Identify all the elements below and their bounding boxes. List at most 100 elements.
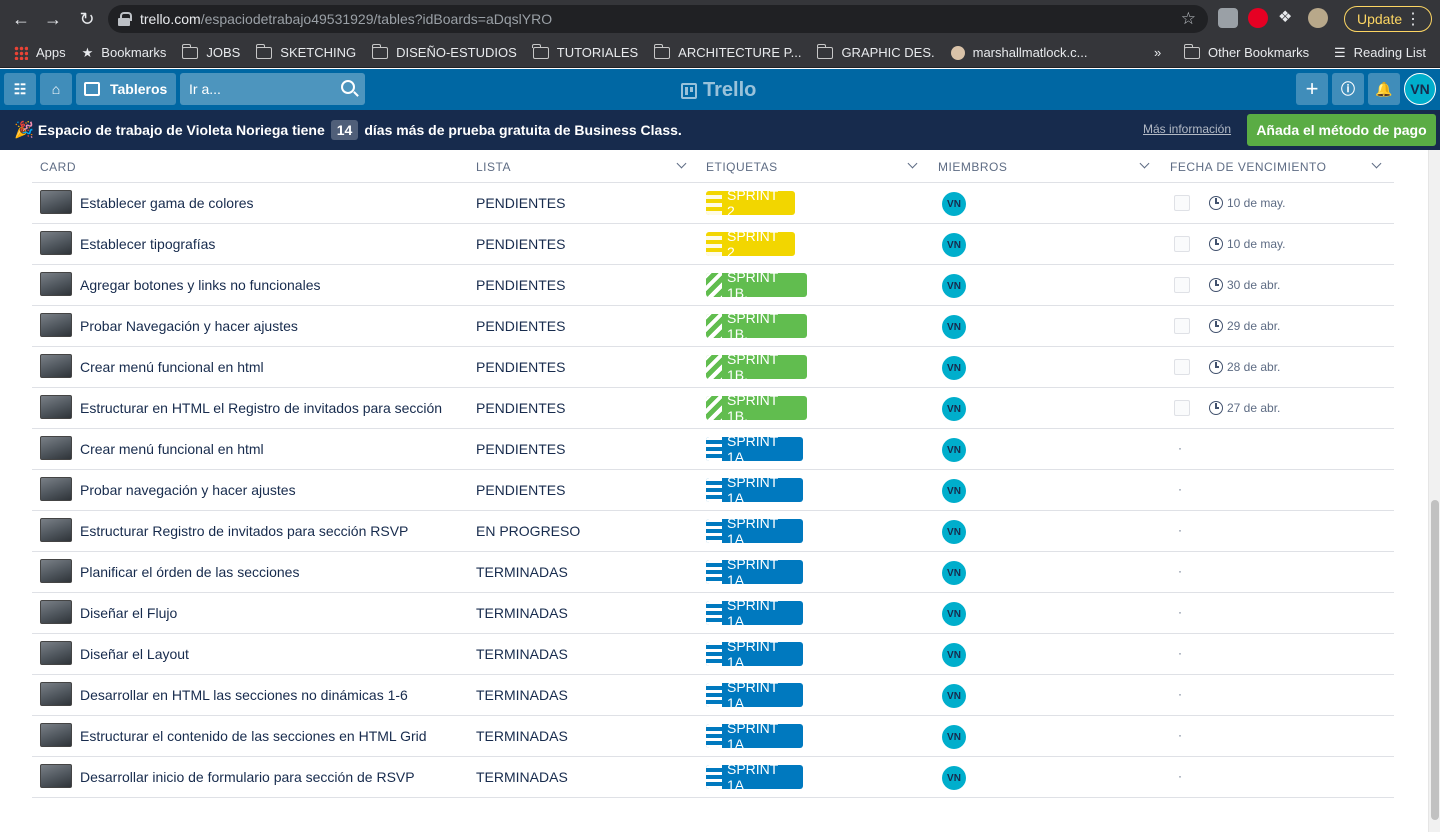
table-row[interactable]: Crear menú funcional en html PENDIENTES SP… <box>32 429 1394 470</box>
bookmark-other[interactable]: Other Bookmarks <box>1183 43 1309 60</box>
card-title[interactable]: Agregar botones y links no funcionales <box>80 277 320 293</box>
due-date-empty[interactable]: · <box>1178 523 1182 537</box>
card-title[interactable]: Probar Navegación y hacer ajustes <box>80 318 298 334</box>
table-row[interactable]: Crear menú funcional en html PENDIENTES SP… <box>32 347 1394 388</box>
table-row[interactable]: Agregar botones y links no funcionales PE… <box>32 265 1394 306</box>
header-labels[interactable]: ETIQUETAS <box>706 160 778 174</box>
card-title[interactable]: Diseñar el Flujo <box>80 605 177 621</box>
card-title[interactable]: Crear menú funcional en html <box>80 359 264 375</box>
due-date[interactable]: 30 de abr. <box>1227 278 1280 292</box>
home-icon[interactable]: ⌂ <box>40 73 72 105</box>
table-row[interactable]: Diseñar el Flujo TERMINADAS SPRINT 1A VN · <box>32 593 1394 634</box>
bookmark-diseno[interactable]: DISEÑO-ESTUDIOS <box>371 43 517 60</box>
due-date-empty[interactable]: · <box>1178 769 1182 783</box>
member-avatar[interactable]: VN <box>942 684 966 708</box>
due-complete-checkbox[interactable] <box>1174 236 1190 252</box>
label-badge[interactable]: SPRINT 1B. <box>706 396 807 420</box>
info-icon[interactable]: ⓘ <box>1332 73 1364 105</box>
search-icon[interactable] <box>341 80 355 94</box>
label-badge[interactable]: SPRINT 1A <box>706 765 803 789</box>
header-members[interactable]: MIEMBROS <box>938 160 1007 174</box>
create-plus-icon[interactable]: + <box>1296 73 1328 105</box>
due-date[interactable]: 28 de abr. <box>1227 360 1280 374</box>
header-card[interactable]: CARD <box>40 160 76 174</box>
bookmark-jobs[interactable]: JOBS <box>181 43 240 60</box>
table-row[interactable]: Estructurar el contenido de las seccione… <box>32 716 1394 757</box>
due-date[interactable]: 29 de abr. <box>1227 319 1280 333</box>
label-badge[interactable]: SPRINT 1B. <box>706 273 807 297</box>
label-badge[interactable]: SPRINT 2 <box>706 191 795 215</box>
chevron-down-icon[interactable] <box>1139 158 1150 169</box>
extension-icon[interactable] <box>1218 8 1238 28</box>
member-avatar[interactable]: VN <box>942 233 966 257</box>
member-avatar[interactable]: VN <box>942 397 966 421</box>
more-bookmarks-button[interactable]: » <box>1154 45 1161 60</box>
member-avatar[interactable]: VN <box>942 643 966 667</box>
due-date[interactable]: 27 de abr. <box>1227 401 1280 415</box>
bookmark-graphic[interactable]: GRAPHIC DES. <box>816 43 935 60</box>
member-avatar[interactable]: VN <box>942 315 966 339</box>
card-title[interactable]: Desarrollar inicio de formulario para se… <box>80 769 415 785</box>
bookmark-sketching[interactable]: SKETCHING <box>255 43 356 60</box>
card-title[interactable]: Probar navegación y hacer ajustes <box>80 482 296 498</box>
profile-avatar[interactable] <box>1308 8 1328 28</box>
bookmark-bookmarks[interactable]: ★ Bookmarks <box>82 45 167 61</box>
label-badge[interactable]: SPRINT 1A <box>706 683 803 707</box>
bookmark-star-icon[interactable]: ☆ <box>1181 9 1196 29</box>
chevron-down-icon[interactable] <box>676 158 687 169</box>
card-title[interactable]: Crear menú funcional en html <box>80 441 264 457</box>
label-badge[interactable]: SPRINT 1B. <box>706 314 807 338</box>
chevron-down-icon[interactable] <box>907 158 918 169</box>
label-badge[interactable]: SPRINT 1A <box>706 560 803 584</box>
address-bar[interactable]: trello.com/espaciodetrabajo49531929/tabl… <box>108 5 1208 33</box>
label-badge[interactable]: SPRINT 1A <box>706 519 803 543</box>
due-date-empty[interactable]: · <box>1178 646 1182 660</box>
due-complete-checkbox[interactable] <box>1174 400 1190 416</box>
bookmark-marshall[interactable]: marshallmatlock.c... <box>950 45 1088 60</box>
card-title[interactable]: Establecer tipografías <box>80 236 215 252</box>
member-avatar[interactable]: VN <box>942 192 966 216</box>
table-row[interactable]: Establecer gama de colores PENDIENTES SPRI… <box>32 183 1394 224</box>
due-date-empty[interactable]: · <box>1178 482 1182 496</box>
member-avatar[interactable]: VN <box>942 561 966 585</box>
label-badge[interactable]: SPRINT 1A <box>706 437 803 461</box>
table-row[interactable]: Estructurar Registro de invitados para s… <box>32 511 1394 552</box>
due-date[interactable]: 10 de may. <box>1227 237 1285 251</box>
header-due-date[interactable]: FECHA DE VENCIMIENTO <box>1170 160 1326 174</box>
card-title[interactable]: Estructurar en HTML el Registro de invit… <box>80 400 442 416</box>
menu-dots-icon[interactable]: ⋮ <box>1405 9 1421 29</box>
member-avatar[interactable]: VN <box>942 766 966 790</box>
header-list[interactable]: LISTA <box>476 160 511 174</box>
scrollbar-thumb[interactable] <box>1431 500 1439 820</box>
search-input[interactable]: Ir a... <box>180 73 365 105</box>
reload-icon[interactable]: ↻ <box>72 4 102 34</box>
more-info-link[interactable]: Más información <box>1143 122 1231 136</box>
member-avatar[interactable]: VN <box>942 438 966 462</box>
card-title[interactable]: Desarrollar en HTML las secciones no din… <box>80 687 408 703</box>
due-date-empty[interactable]: · <box>1178 687 1182 701</box>
label-badge[interactable]: SPRINT 1A <box>706 642 803 666</box>
table-row[interactable]: Desarrollar en HTML las secciones no din… <box>32 675 1394 716</box>
boards-button[interactable]: Tableros <box>76 73 176 105</box>
table-row[interactable]: Planificar el órden de las secciones TERM… <box>32 552 1394 593</box>
apps-switcher-icon[interactable]: ☷ <box>4 73 36 105</box>
bookmark-architecture[interactable]: ARCHITECTURE P... <box>653 43 801 60</box>
member-avatar[interactable]: VN <box>942 520 966 544</box>
add-payment-button[interactable]: Añada el método de pago <box>1247 114 1436 146</box>
card-title[interactable]: Establecer gama de colores <box>80 195 254 211</box>
due-date-empty[interactable]: · <box>1178 728 1182 742</box>
table-row[interactable]: Probar navegación y hacer ajustes PENDIEN… <box>32 470 1394 511</box>
table-row[interactable]: Establecer tipografías PENDIENTES SPRINT 2… <box>32 224 1394 265</box>
due-complete-checkbox[interactable] <box>1174 359 1190 375</box>
due-date-empty[interactable]: · <box>1178 441 1182 455</box>
card-title[interactable]: Estructurar el contenido de las seccione… <box>80 728 427 744</box>
card-title[interactable]: Diseñar el Layout <box>80 646 189 662</box>
bookmark-apps[interactable]: Apps <box>14 45 66 60</box>
due-complete-checkbox[interactable] <box>1174 318 1190 334</box>
due-complete-checkbox[interactable] <box>1174 195 1190 211</box>
puzzle-icon[interactable]: ❖ <box>1278 8 1298 28</box>
member-avatar[interactable]: VN <box>942 725 966 749</box>
bookmark-tutoriales[interactable]: TUTORIALES <box>532 43 638 60</box>
chevron-down-icon[interactable] <box>1371 158 1382 169</box>
member-avatar[interactable]: VN <box>942 479 966 503</box>
